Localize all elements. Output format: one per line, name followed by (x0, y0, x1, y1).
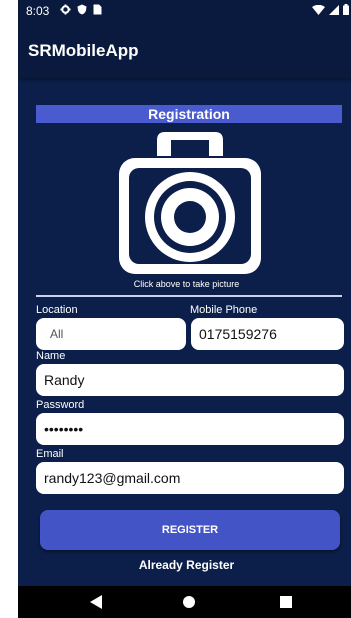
registration-header: Registration (36, 105, 342, 123)
status-bar: 8:03 (18, 0, 351, 22)
phone-screen: 8:03 SRMobileApp Registration Click abov… (18, 0, 351, 618)
camera-button[interactable] (115, 128, 265, 278)
recents-icon[interactable] (280, 595, 292, 613)
location-value: All (50, 327, 64, 341)
divider (36, 295, 342, 297)
password-input[interactable]: •••••••• (36, 413, 344, 445)
location-select[interactable]: All (36, 318, 186, 350)
status-time: 8:03 (26, 4, 50, 18)
name-value: Randy (44, 372, 85, 388)
wifi-icon (312, 4, 325, 18)
mobile-phone-label: Mobile Phone (190, 304, 258, 316)
back-icon[interactable] (90, 595, 102, 614)
status-left-icons (60, 4, 102, 18)
email-label: Email (36, 448, 64, 460)
email-value: randy123@gmail.com (44, 470, 181, 486)
battery-icon (343, 4, 349, 18)
status-right-icons (312, 4, 349, 18)
password-value: •••••••• (44, 421, 84, 437)
home-icon[interactable] (182, 595, 196, 614)
location-label: Location (36, 304, 78, 316)
shield-icon (77, 4, 87, 18)
password-label: Password (36, 399, 85, 411)
settings-icon (60, 4, 71, 18)
name-input[interactable]: Randy (36, 364, 344, 396)
register-button[interactable]: REGISTER (40, 510, 340, 550)
app-title: SRMobileApp (28, 41, 139, 60)
navigation-bar (18, 586, 351, 618)
sim-card-icon (93, 4, 102, 18)
name-label: Name (36, 350, 66, 362)
already-register-link[interactable]: Already Register (18, 558, 351, 572)
camera-icon (119, 132, 261, 274)
email-input[interactable]: randy123@gmail.com (36, 462, 344, 494)
mobile-phone-value: 0175159276 (199, 326, 277, 342)
app-bar: SRMobileApp (18, 22, 351, 78)
camera-caption: Click above to take picture (133, 279, 240, 289)
signal-icon (329, 4, 339, 18)
mobile-phone-input[interactable]: 0175159276 (191, 318, 344, 350)
